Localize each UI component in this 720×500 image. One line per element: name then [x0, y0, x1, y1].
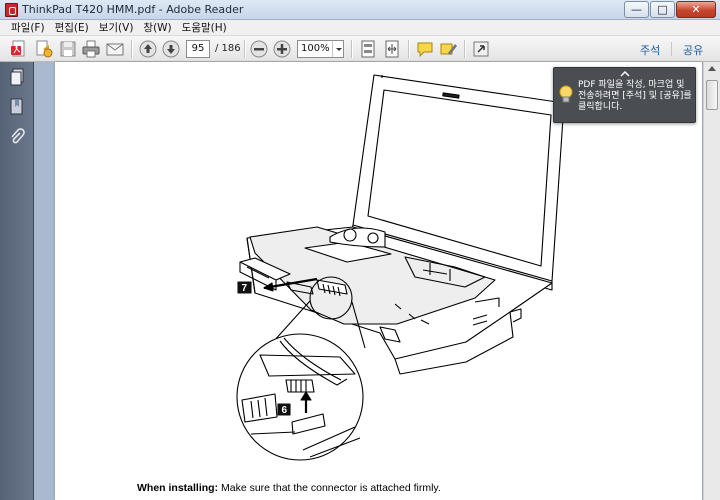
adobe-reader-icon: [5, 3, 18, 17]
zoom-out-button[interactable]: [249, 39, 269, 59]
navigation-panel: [0, 62, 34, 500]
vertical-scrollbar[interactable]: [703, 62, 720, 500]
prev-page-button[interactable]: [138, 39, 158, 59]
pages-icon: [10, 68, 24, 86]
highlight-button[interactable]: [438, 39, 458, 59]
page-number-input[interactable]: 95: [186, 40, 210, 58]
save-icon: [60, 41, 76, 57]
installation-note-label: When installing:: [137, 482, 219, 494]
highlight-icon: [440, 43, 457, 55]
minimize-button[interactable]: —: [624, 1, 649, 18]
zoom-in-button[interactable]: [272, 39, 292, 59]
print-button[interactable]: [81, 39, 101, 59]
step-6-label: 6: [282, 405, 288, 416]
fit-width-icon: [385, 40, 399, 58]
tooltip-text: PDF 파일을 작성, 마크업 및 전송하려면 [주석] 및 [공유]를 클릭합…: [578, 80, 692, 112]
fullscreen-icon: [473, 41, 489, 57]
next-page-icon: [162, 40, 180, 58]
title-bar: ThinkPad T420 HMM.pdf - Adobe Reader — □…: [0, 0, 720, 20]
maximize-button[interactable]: □: [650, 1, 675, 18]
laptop-illustration: 7 6: [236, 74, 565, 461]
attachments-icon: [11, 128, 25, 144]
window-controls: — □ ✕: [623, 1, 716, 18]
close-button[interactable]: ✕: [676, 1, 716, 18]
create-pdf-button[interactable]: [9, 39, 29, 59]
zoom-out-icon: [250, 40, 268, 58]
tooltip-comment-share: PDF 파일을 작성, 마크업 및 전송하려면 [주석] 및 [공유]를 클릭합…: [553, 67, 696, 123]
zoom-value: 100%: [301, 43, 330, 54]
menu-view[interactable]: 보기(V): [94, 20, 139, 35]
create-pdf-icon: [11, 40, 25, 57]
bookmarks-icon: [10, 98, 23, 115]
fullscreen-button[interactable]: [471, 39, 491, 59]
installation-note-text: Make sure that the connector is attached…: [218, 482, 441, 494]
menu-bar: 파일(F) 편집(E) 보기(V) 창(W) 도움말(H): [0, 20, 720, 36]
menu-window[interactable]: 창(W): [138, 20, 176, 35]
fit-page-icon: [361, 40, 375, 58]
chevron-down-icon[interactable]: [332, 41, 343, 57]
installation-note: When installing: Make sure that the conn…: [137, 482, 441, 494]
bookmarks-panel-button[interactable]: [9, 98, 25, 116]
page-total: / 186: [215, 43, 241, 54]
window-title: ThinkPad T420 HMM.pdf - Adobe Reader: [22, 3, 244, 16]
print-icon: [82, 40, 100, 58]
comment-tab[interactable]: 주석: [640, 42, 660, 58]
zoom-select[interactable]: 100%: [297, 40, 344, 58]
zoom-in-icon: [273, 40, 291, 58]
scroll-thumb[interactable]: [706, 80, 718, 110]
menu-help[interactable]: 도움말(H): [177, 20, 232, 35]
chevron-up-icon[interactable]: [620, 71, 630, 77]
menu-edit[interactable]: 편집(E): [50, 20, 94, 35]
email-icon: [106, 43, 124, 56]
email-button[interactable]: [105, 39, 125, 59]
pages-panel-button[interactable]: [9, 68, 25, 86]
close-icon: ✕: [691, 3, 701, 16]
comment-icon: [417, 42, 433, 58]
comment-button[interactable]: [415, 39, 435, 59]
menu-file[interactable]: 파일(F): [6, 20, 50, 35]
document-view[interactable]: 7 6 When installing: Make sure that the …: [35, 62, 720, 500]
open-icon: [36, 40, 53, 58]
step-7-label: 7: [242, 283, 248, 294]
scroll-up-icon[interactable]: [708, 66, 716, 71]
save-button[interactable]: [58, 39, 78, 59]
next-page-button[interactable]: [161, 39, 181, 59]
pdf-page: 7 6 When installing: Make sure that the …: [55, 62, 702, 500]
toolbar: 95 / 186 100% 주석 공유: [0, 36, 720, 62]
fit-page-button[interactable]: [358, 39, 378, 59]
fit-width-button[interactable]: [382, 39, 402, 59]
share-tab[interactable]: 공유: [683, 42, 703, 58]
minimize-icon: —: [631, 3, 642, 16]
open-button[interactable]: [34, 39, 54, 59]
prev-page-icon: [139, 40, 157, 58]
lightbulb-icon: [559, 85, 573, 103]
maximize-icon: □: [657, 3, 668, 16]
attachments-panel-button[interactable]: [9, 128, 25, 146]
